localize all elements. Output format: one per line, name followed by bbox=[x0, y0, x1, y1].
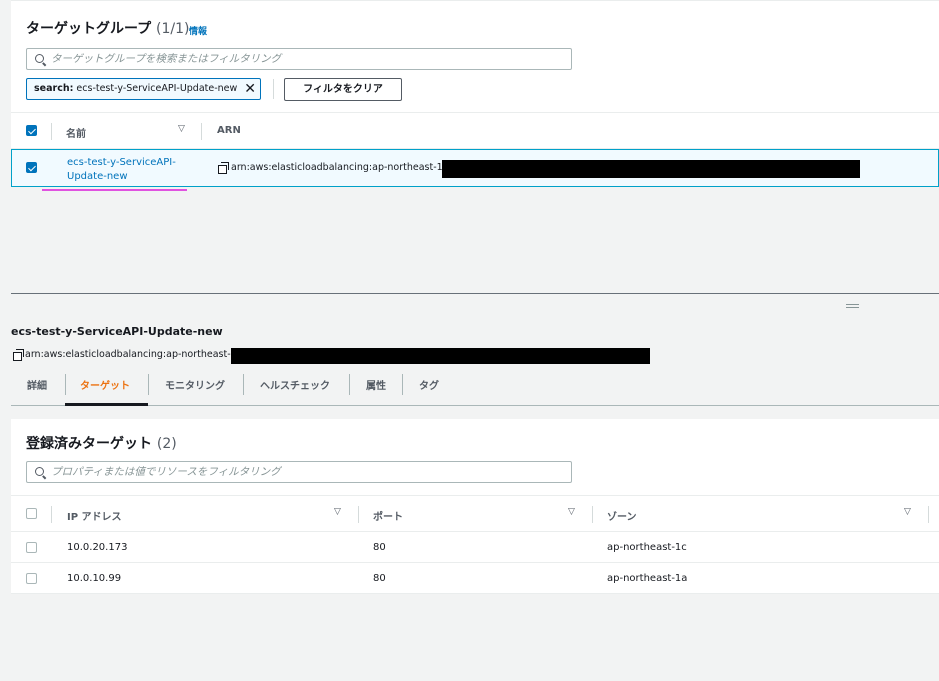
registered-targets-panel: 登録済みターゲット (2) IP アドレス ▽ ポート ▽ ゾーン ▽ 10.0… bbox=[11, 419, 939, 594]
target-port: 80 bbox=[373, 542, 386, 553]
search-icon bbox=[35, 467, 44, 476]
target-port: 80 bbox=[373, 573, 386, 584]
target-groups-heading: ターゲットグループ (1/1) bbox=[26, 18, 190, 38]
tab-divider bbox=[243, 374, 244, 395]
column-header-arn[interactable]: ARN bbox=[217, 125, 241, 136]
redacted-arn-suffix bbox=[231, 348, 650, 364]
column-divider bbox=[51, 123, 52, 140]
target-group-search-input[interactable] bbox=[51, 51, 551, 67]
tab-details[interactable]: 詳細 bbox=[27, 377, 47, 392]
column-header-ip[interactable]: IP アドレス bbox=[67, 508, 122, 523]
registered-targets-count: (2) bbox=[156, 436, 177, 452]
table-row[interactable]: 10.0.20.173 80 ap-northeast-1c bbox=[11, 532, 939, 563]
row-checkbox[interactable] bbox=[26, 162, 37, 173]
column-divider bbox=[928, 506, 929, 523]
redacted-arn-suffix bbox=[442, 160, 860, 178]
tab-targets[interactable]: ターゲット bbox=[80, 377, 130, 392]
column-divider bbox=[51, 506, 52, 523]
divider bbox=[273, 79, 274, 99]
table-row[interactable]: ecs-test-y-ServiceAPI- Update-new arn:aw… bbox=[11, 149, 939, 187]
tab-monitoring[interactable]: モニタリング bbox=[165, 377, 225, 392]
column-divider bbox=[358, 506, 359, 523]
select-all-checkbox[interactable] bbox=[26, 508, 37, 519]
target-groups-title: ターゲットグループ bbox=[26, 21, 152, 37]
target-groups-count: (1/1) bbox=[156, 21, 190, 37]
tab-divider bbox=[148, 374, 149, 395]
target-group-search[interactable] bbox=[26, 48, 572, 70]
info-link[interactable]: 情報 bbox=[189, 24, 207, 37]
tab-divider bbox=[402, 374, 403, 395]
split-panel-divider[interactable] bbox=[11, 293, 939, 294]
detail-title: ecs-test-y-ServiceAPI-Update-new bbox=[11, 325, 223, 338]
target-group-name-link[interactable]: ecs-test-y-ServiceAPI- Update-new bbox=[67, 156, 187, 184]
active-tab-indicator bbox=[65, 403, 148, 406]
target-ip: 10.0.20.173 bbox=[67, 542, 128, 553]
filter-token-value: ecs-test-y-ServiceAPI-Update-new bbox=[76, 83, 238, 94]
table-row[interactable]: 10.0.10.99 80 ap-northeast-1a bbox=[11, 563, 939, 594]
copy-icon[interactable] bbox=[13, 349, 24, 361]
column-header-port[interactable]: ポート bbox=[373, 508, 403, 523]
column-header-zone[interactable]: ゾーン bbox=[607, 508, 637, 523]
tab-health-check[interactable]: ヘルスチェック bbox=[260, 377, 330, 392]
sort-down-icon[interactable]: ▽ bbox=[334, 507, 341, 517]
target-zone: ap-northeast-1c bbox=[607, 542, 687, 553]
target-groups-panel: ターゲットグループ (1/1) 情報 search: ecs-test-y-Se… bbox=[11, 0, 939, 187]
sort-down-icon[interactable]: ▽ bbox=[904, 507, 911, 517]
tab-divider bbox=[349, 374, 350, 395]
target-group-arn: arn:aws:elasticloadbalancing:ap-northeas… bbox=[231, 162, 443, 173]
detail-arn: arn:aws:elasticloadbalancing:ap-northeas… bbox=[25, 349, 237, 360]
copy-icon[interactable] bbox=[218, 162, 229, 174]
row-checkbox[interactable] bbox=[26, 573, 37, 584]
tab-tags[interactable]: タグ bbox=[419, 377, 439, 392]
targets-table-header: IP アドレス ▽ ポート ▽ ゾーン ▽ bbox=[11, 495, 939, 532]
drag-handle-icon[interactable] bbox=[846, 304, 859, 308]
sort-down-icon[interactable]: ▽ bbox=[568, 507, 575, 517]
row-checkbox[interactable] bbox=[26, 542, 37, 553]
registered-targets-title: 登録済みターゲット bbox=[26, 436, 152, 452]
target-zone: ap-northeast-1a bbox=[607, 573, 688, 584]
filter-token: search: ecs-test-y-ServiceAPI-Update-new… bbox=[26, 78, 261, 100]
target-ip: 10.0.10.99 bbox=[67, 573, 122, 584]
column-divider bbox=[201, 123, 202, 140]
column-divider bbox=[592, 506, 593, 523]
select-all-checkbox[interactable] bbox=[26, 125, 37, 136]
clear-filter-button[interactable]: フィルタをクリア bbox=[284, 78, 402, 101]
filter-token-key: search: bbox=[34, 83, 74, 94]
target-groups-table-header: 名前 ▽ ARN bbox=[11, 112, 939, 149]
targets-search-input[interactable] bbox=[51, 464, 551, 480]
column-header-name[interactable]: 名前 bbox=[66, 125, 86, 140]
sort-down-icon[interactable]: ▽ bbox=[178, 124, 185, 134]
remove-filter-close-icon[interactable]: ✕ bbox=[244, 80, 256, 98]
tab-attributes[interactable]: 属性 bbox=[366, 377, 386, 392]
targets-search[interactable] bbox=[26, 461, 572, 483]
annotation-underline bbox=[42, 189, 187, 191]
tab-divider bbox=[65, 374, 66, 395]
detail-tabs: 詳細 ターゲット モニタリング ヘルスチェック 属性 タグ bbox=[11, 370, 939, 406]
search-icon bbox=[35, 54, 44, 63]
registered-targets-heading: 登録済みターゲット (2) bbox=[26, 433, 177, 453]
